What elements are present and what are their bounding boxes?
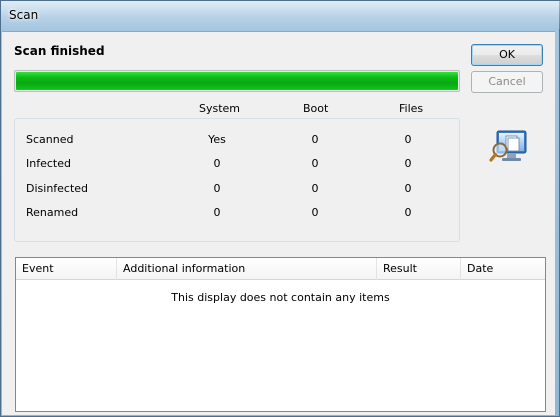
window-title: Scan bbox=[9, 8, 39, 22]
computer-magnifier-icon bbox=[489, 130, 527, 162]
status-heading: Scan finished bbox=[14, 44, 105, 58]
infected-boot-value: 0 bbox=[311, 157, 319, 170]
disinfected-boot-value: 0 bbox=[311, 182, 319, 195]
row-label-scanned: Scanned bbox=[26, 133, 74, 146]
infected-files-value: 0 bbox=[404, 157, 412, 170]
renamed-files-value: 0 bbox=[404, 206, 412, 219]
column-header-event[interactable]: Event bbox=[16, 258, 117, 280]
progress-fill bbox=[16, 72, 458, 90]
empty-list-message: This display does not contain any items bbox=[171, 291, 390, 304]
column-header-system: System bbox=[199, 102, 241, 115]
renamed-boot-value: 0 bbox=[311, 206, 319, 219]
disinfected-files-value: 0 bbox=[404, 182, 412, 195]
events-list-header: Event Additional information Result Date bbox=[16, 258, 545, 280]
renamed-system-value: 0 bbox=[213, 206, 221, 219]
row-label-renamed: Renamed bbox=[26, 206, 79, 219]
row-label-infected: Infected bbox=[26, 157, 71, 170]
row-label-disinfected: Disinfected bbox=[26, 182, 89, 195]
column-header-date[interactable]: Date bbox=[461, 258, 545, 280]
scanned-system-value: Yes bbox=[208, 133, 226, 146]
column-header-result[interactable]: Result bbox=[377, 258, 461, 280]
disinfected-system-value: 0 bbox=[213, 182, 221, 195]
events-list[interactable]: Event Additional information Result Date… bbox=[15, 257, 546, 412]
infected-system-value: 0 bbox=[213, 157, 221, 170]
dialog-body: Scan finished OK Cancel System Boot File… bbox=[2, 31, 555, 415]
column-header-additional-information[interactable]: Additional information bbox=[117, 258, 377, 280]
scanned-files-value: 0 bbox=[404, 133, 412, 146]
column-header-boot: Boot bbox=[303, 102, 329, 115]
progress-bar bbox=[14, 70, 460, 92]
column-header-files: Files bbox=[399, 102, 424, 115]
ok-button[interactable]: OK bbox=[471, 44, 543, 66]
title-bar[interactable]: Scan bbox=[1, 1, 560, 29]
scan-window: Scan Scan finished OK Cancel System Boot… bbox=[0, 0, 560, 417]
cancel-button[interactable]: Cancel bbox=[471, 71, 543, 93]
scanned-boot-value: 0 bbox=[311, 133, 319, 146]
